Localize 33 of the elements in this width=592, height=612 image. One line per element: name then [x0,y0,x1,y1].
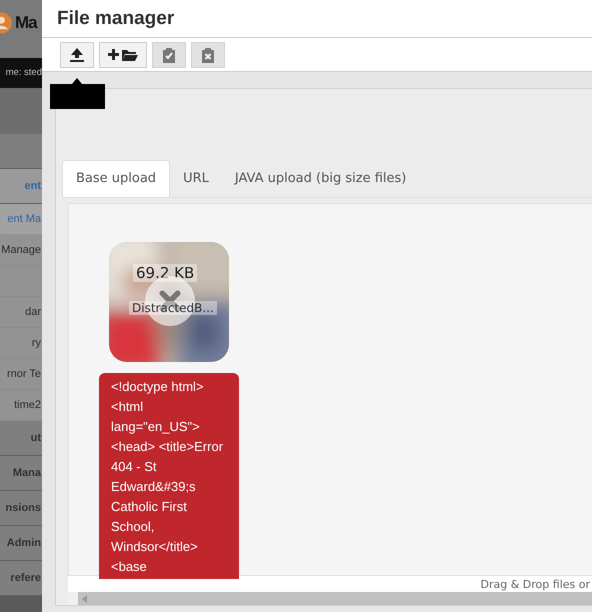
file-size: 69.2 KB [133,264,198,282]
tab[interactable]: URL [170,161,222,197]
sidebar-item[interactable]: ry [0,328,42,359]
scrollbar[interactable] [68,592,592,605]
file-name: DistractedB... [129,301,217,315]
drop-hint: Drag & Drop files or [480,578,591,590]
add-folder-icon [108,46,138,62]
upload-button[interactable] [60,42,94,68]
sidebar-row [0,134,42,169]
upload-icon [69,46,85,62]
window-title: File manager [57,8,174,30]
logo-text: Ma [14,12,37,34]
tab[interactable]: Base upload [62,160,170,197]
scroll-left-icon [82,594,88,602]
sidebar-item[interactable]: rnor Te [0,359,42,390]
sidebar-item[interactable]: nsions [0,491,42,526]
sidebar-item[interactable]: dar [0,297,42,328]
sidebar-item[interactable]: refere [0,561,42,596]
sidebar-row [0,266,42,297]
tooltip [50,78,105,109]
sidebar-item[interactable]: Manage [0,235,42,266]
tab[interactable]: JAVA upload (big size files) [222,161,420,197]
error-tooltip: <!doctype html> <html lang="en_US"> <head> <title>Error 404 - St Edward&#39;s Catholic First School, Windsor</title> <base [99,373,239,579]
sidebar-item[interactable]: time2 [0,390,42,421]
new-folder-button[interactable] [99,42,147,68]
sidebar-item[interactable]: Mana [0,456,42,491]
sidebar-item[interactable]: ent Ma [0,204,42,235]
clipboard-check-icon [162,46,176,62]
sidebar-panel [0,88,42,134]
sidebar-item[interactable]: ut [0,421,42,456]
clipboard-x-icon [201,46,215,62]
sidebar-item[interactable]: Admin [0,526,42,561]
user-bar: me: sted [0,58,42,88]
